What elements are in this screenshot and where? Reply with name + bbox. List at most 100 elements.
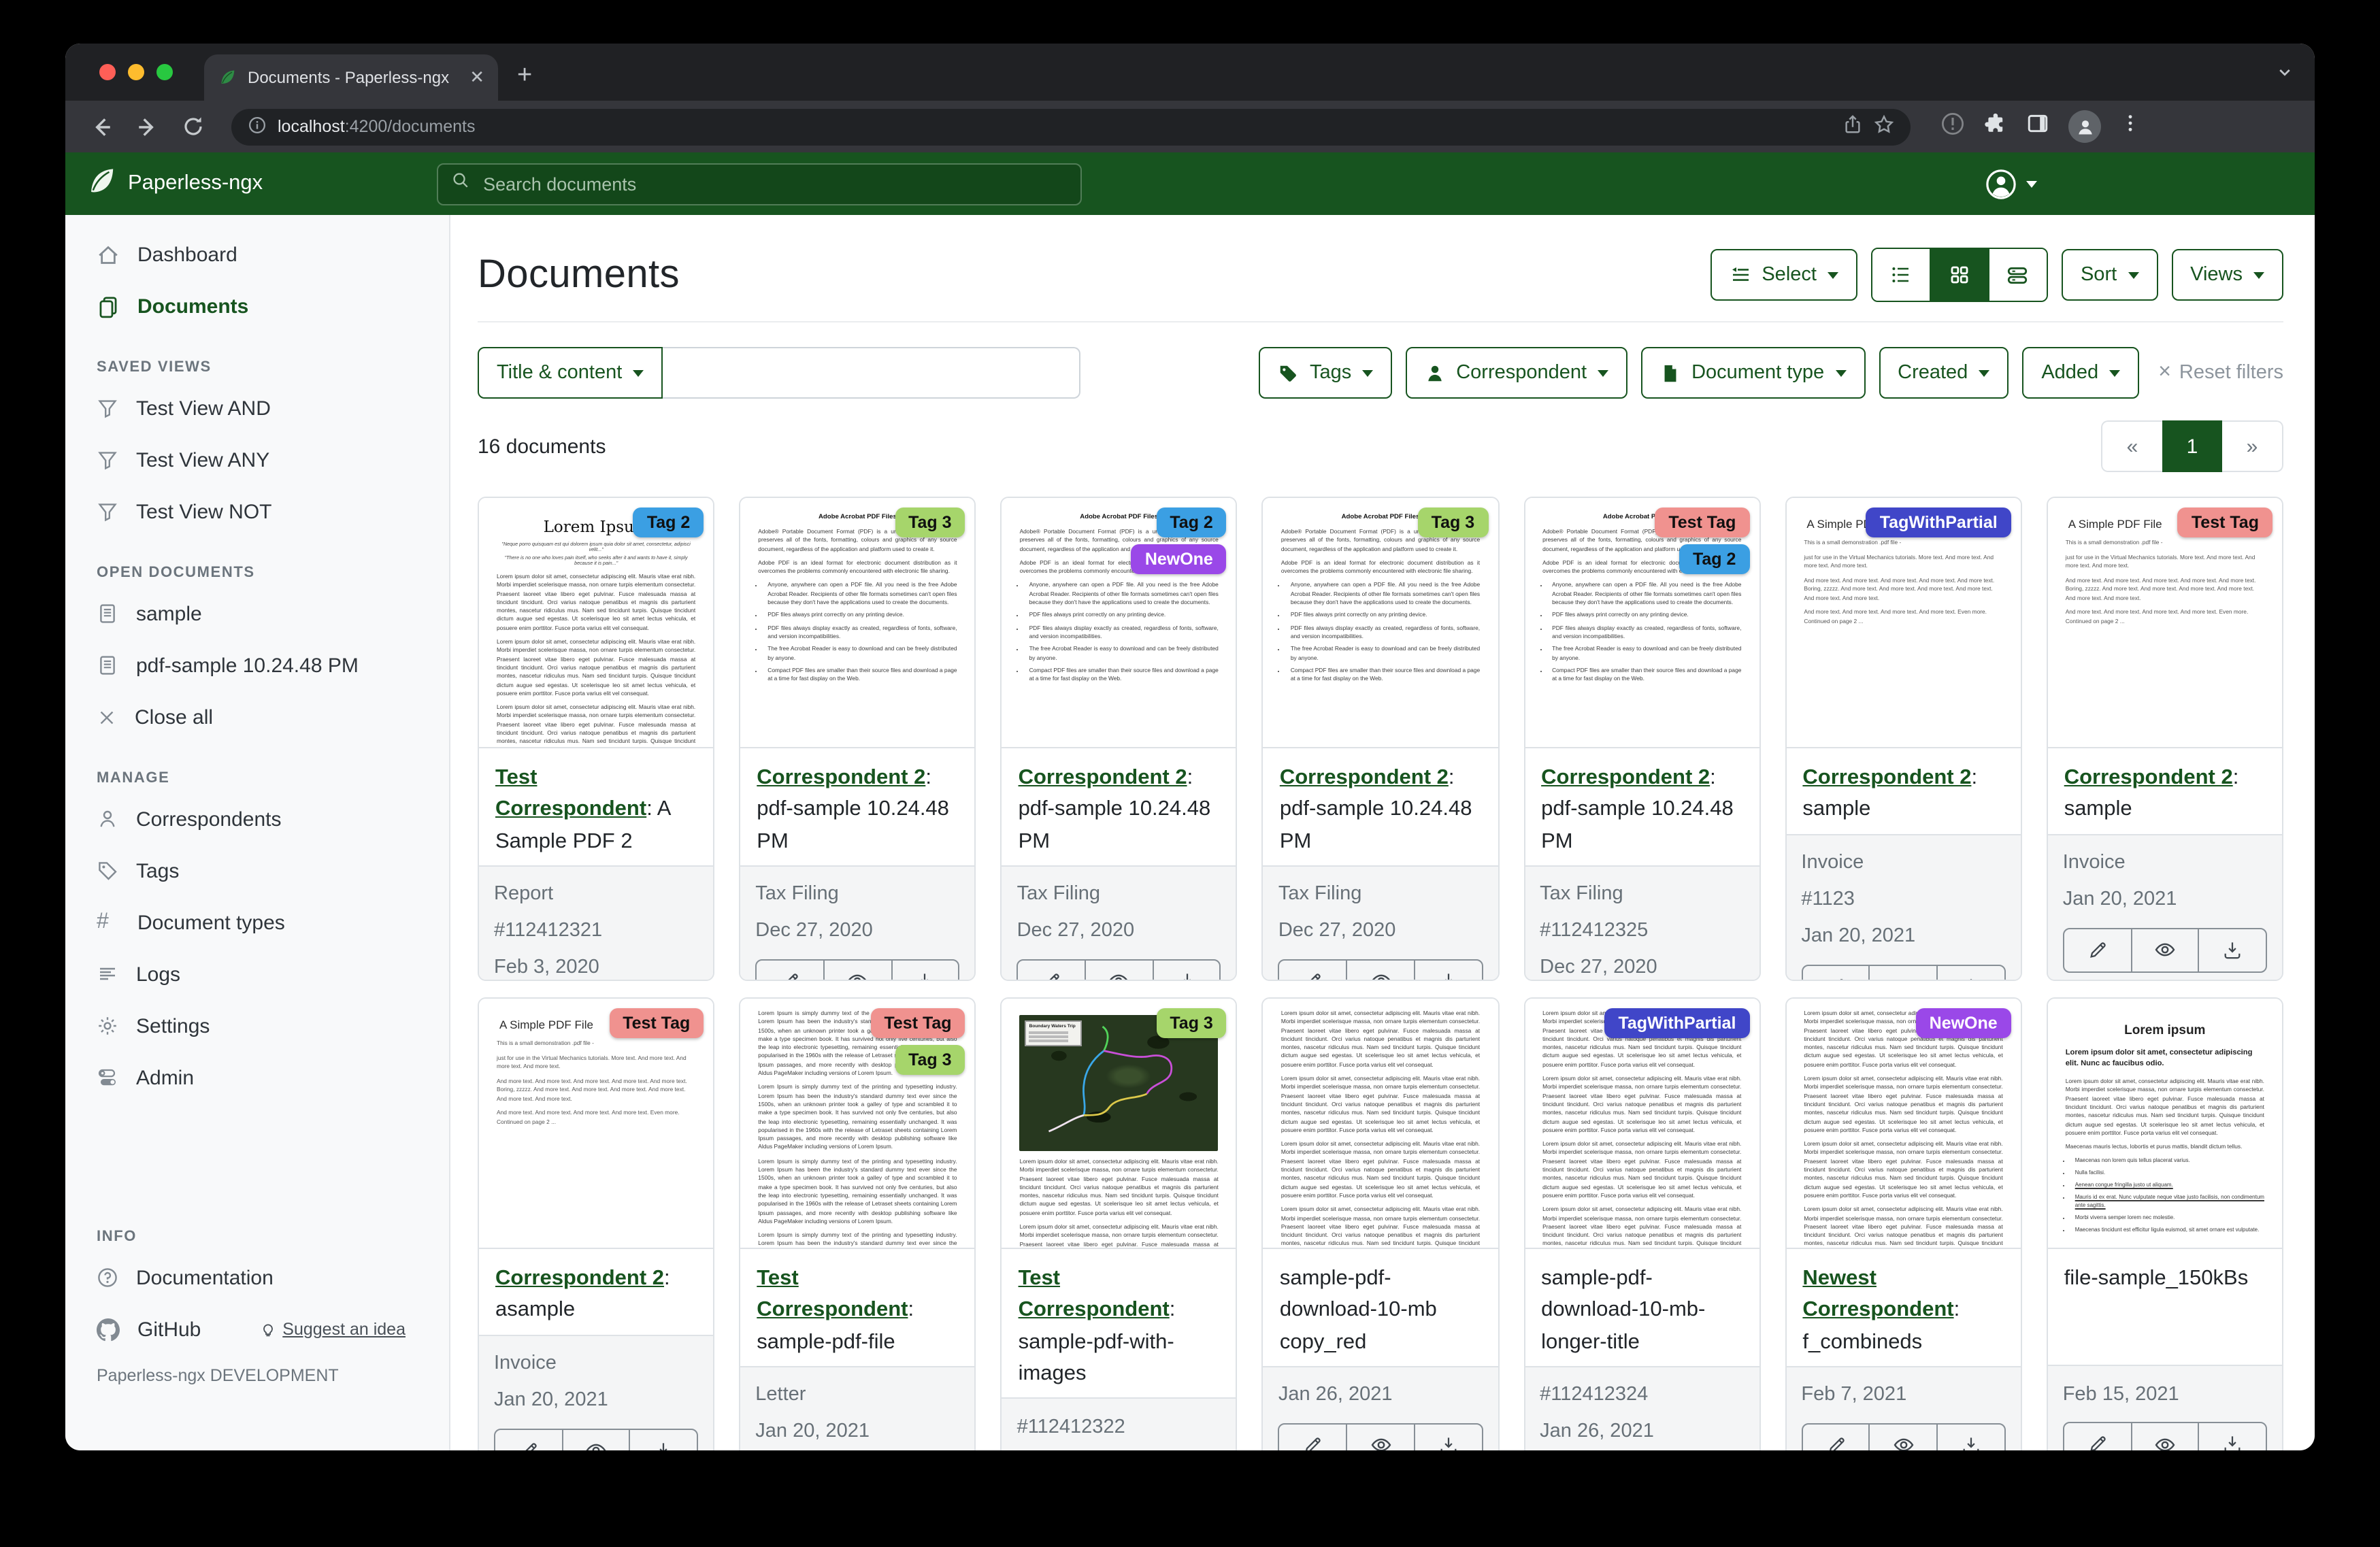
- browser-profile-avatar[interactable]: [2068, 110, 2101, 143]
- tag-badge[interactable]: Test Tag: [2178, 508, 2272, 537]
- views-button[interactable]: Views: [2171, 249, 2283, 301]
- title-content-dropdown[interactable]: Title & content: [478, 347, 663, 399]
- edit-button[interactable]: [1280, 1425, 1347, 1451]
- download-button[interactable]: [2200, 1423, 2266, 1450]
- tag-badge[interactable]: TagWithPartial: [1866, 508, 2011, 537]
- edit-button[interactable]: [2064, 929, 2132, 971]
- app-brand[interactable]: Paperless-ngx: [87, 165, 263, 202]
- correspondent-link[interactable]: Newest Correspondent: [1802, 1267, 1953, 1322]
- sort-button[interactable]: Sort: [2062, 249, 2158, 301]
- global-search[interactable]: [437, 163, 1082, 205]
- tag-badge[interactable]: Tag 3: [1156, 1008, 1226, 1038]
- view-button[interactable]: [563, 1429, 630, 1450]
- sidebar-item-open-doc-pdf-sample[interactable]: pdf-sample 10.24.48 PM: [65, 639, 449, 691]
- download-button[interactable]: [892, 961, 958, 982]
- sidebar-item-documentation[interactable]: Documentation: [65, 1252, 449, 1303]
- correspondent-filter-button[interactable]: Correspondent: [1406, 347, 1627, 399]
- document-thumbnail[interactable]: Lorem ipsum dolor sit amet, consectetur …: [1525, 999, 1759, 1249]
- view-details-button[interactable]: [1989, 249, 2047, 301]
- browser-tab[interactable]: Documents - Paperless-ngx ✕: [204, 54, 498, 101]
- tag-badge[interactable]: Tag 3: [895, 1045, 965, 1075]
- sidebar-item-github[interactable]: GitHub Suggest an idea: [65, 1303, 449, 1355]
- created-filter-button[interactable]: Created: [1879, 347, 2009, 399]
- view-grid-button[interactable]: [1931, 249, 1989, 301]
- tag-badge[interactable]: NewOne: [1131, 544, 1227, 574]
- edit-button[interactable]: [1802, 965, 1870, 981]
- download-button[interactable]: [1153, 961, 1219, 982]
- reset-filters-button[interactable]: × Reset filters: [2158, 361, 2283, 385]
- tag-badge[interactable]: Tag 2: [1679, 544, 1749, 574]
- edit-button[interactable]: [2064, 1423, 2132, 1450]
- view-button[interactable]: [1347, 1425, 1415, 1451]
- search-input[interactable]: [480, 172, 1067, 195]
- view-button[interactable]: [1086, 961, 1153, 982]
- view-list-button[interactable]: [1872, 249, 1931, 301]
- added-filter-button[interactable]: Added: [2022, 347, 2139, 399]
- tag-badge[interactable]: Tag 2: [1156, 508, 1226, 537]
- tag-badge[interactable]: Test Tag: [1655, 508, 1749, 537]
- view-button[interactable]: [1870, 965, 1938, 981]
- sidebar-item-logs[interactable]: Logs: [65, 948, 449, 1000]
- document-thumbnail[interactable]: Lorem Ipsum"Neque porro quisquam est qui…: [479, 498, 713, 748]
- view-button[interactable]: [1870, 1425, 1938, 1451]
- title-content-filter-input[interactable]: [663, 347, 1080, 399]
- document-thumbnail[interactable]: A Simple PDF FileThis is a small demonst…: [1786, 498, 2020, 748]
- correspondent-link[interactable]: Test Correspondent: [495, 766, 646, 821]
- download-button[interactable]: [631, 1429, 697, 1450]
- correspondent-link[interactable]: Correspondent 2: [495, 1267, 664, 1290]
- correspondent-link[interactable]: Correspondent 2: [1802, 766, 1971, 789]
- sidebar-item-dashboard[interactable]: Dashboard: [65, 229, 449, 280]
- document-thumbnail[interactable]: Lorem ipsum dolor sit amet, consectetur …: [1786, 999, 2020, 1249]
- edit-button[interactable]: [1280, 961, 1347, 982]
- download-button[interactable]: [1415, 1425, 1481, 1451]
- view-button[interactable]: [2132, 929, 2199, 971]
- reload-button[interactable]: [174, 107, 212, 146]
- edit-button[interactable]: [757, 961, 824, 982]
- document-thumbnail[interactable]: Lorem Ipsum is simply dummy text of the …: [740, 999, 974, 1249]
- sidebar-item-tags[interactable]: Tags: [65, 845, 449, 897]
- sidebar-item-correspondents[interactable]: Correspondents: [65, 793, 449, 845]
- correspondent-link[interactable]: Correspondent 2: [757, 766, 925, 789]
- document-thumbnail[interactable]: Lorem ipsumLorem ipsum dolor sit amet, c…: [2048, 999, 2282, 1249]
- sidebar-item-documents[interactable]: Documents: [65, 280, 449, 332]
- tag-badge[interactable]: Tag 2: [633, 508, 704, 537]
- document-thumbnail[interactable]: A Simple PDF FileThis is a small demonst…: [479, 999, 713, 1249]
- tag-badge[interactable]: TagWithPartial: [1604, 1008, 1749, 1038]
- tag-badge[interactable]: Test Tag: [870, 1008, 965, 1038]
- tab-search-chevron-icon[interactable]: [2277, 63, 2293, 87]
- site-info-icon[interactable]: [248, 115, 267, 138]
- document-thumbnail[interactable]: Adobe Acrobat PDF FilesAdobe® Portable D…: [1525, 498, 1759, 748]
- minimize-window-button[interactable]: [128, 64, 144, 80]
- tab-close-icon[interactable]: ✕: [469, 67, 484, 88]
- sidebar-item-test-view-and[interactable]: Test View AND: [65, 382, 449, 434]
- extensions-puzzle-icon[interactable]: [1984, 112, 2007, 142]
- correspondent-link[interactable]: Correspondent 2: [2064, 766, 2233, 789]
- close-window-button[interactable]: [99, 64, 116, 80]
- back-button[interactable]: [82, 107, 120, 146]
- sidebar-item-test-view-not[interactable]: Test View NOT: [65, 486, 449, 537]
- new-tab-button[interactable]: +: [517, 61, 532, 91]
- user-menu[interactable]: [1985, 168, 2037, 199]
- document-thumbnail[interactable]: A Simple PDF FileThis is a small demonst…: [2048, 498, 2282, 748]
- correspondent-link[interactable]: Test Correspondent: [757, 1267, 908, 1322]
- sidebar-item-document-types[interactable]: # Document types: [65, 897, 449, 948]
- forward-button[interactable]: [128, 107, 166, 146]
- document-thumbnail[interactable]: Adobe Acrobat PDF FilesAdobe® Portable D…: [740, 498, 974, 748]
- url-bar[interactable]: localhost:4200/documents: [231, 108, 1911, 145]
- pagination-prev-button[interactable]: «: [2101, 420, 2162, 472]
- sidebar-item-open-doc-sample[interactable]: sample: [65, 588, 449, 639]
- document-thumbnail[interactable]: Lorem ipsum dolor sit amet, consectetur …: [1263, 999, 1498, 1249]
- sidebar-item-test-view-any[interactable]: Test View ANY: [65, 434, 449, 486]
- extension-dimmed-icon[interactable]: [1940, 111, 1965, 142]
- correspondent-link[interactable]: Test Correspondent: [1019, 1267, 1170, 1322]
- download-button[interactable]: [1938, 965, 2004, 981]
- bookmark-star-icon[interactable]: [1874, 114, 1894, 139]
- document-type-filter-button[interactable]: Document type: [1641, 347, 1865, 399]
- sidebar-item-admin[interactable]: Admin: [65, 1052, 449, 1103]
- document-thumbnail[interactable]: Boundary Waters TripLorem ipsum dolor si…: [1002, 999, 1236, 1249]
- side-panel-icon[interactable]: [2026, 112, 2049, 142]
- sidebar-item-close-all[interactable]: Close all: [65, 691, 449, 743]
- download-button[interactable]: [1415, 961, 1481, 982]
- edit-button[interactable]: [495, 1429, 563, 1450]
- tag-badge[interactable]: Tag 3: [1418, 508, 1488, 537]
